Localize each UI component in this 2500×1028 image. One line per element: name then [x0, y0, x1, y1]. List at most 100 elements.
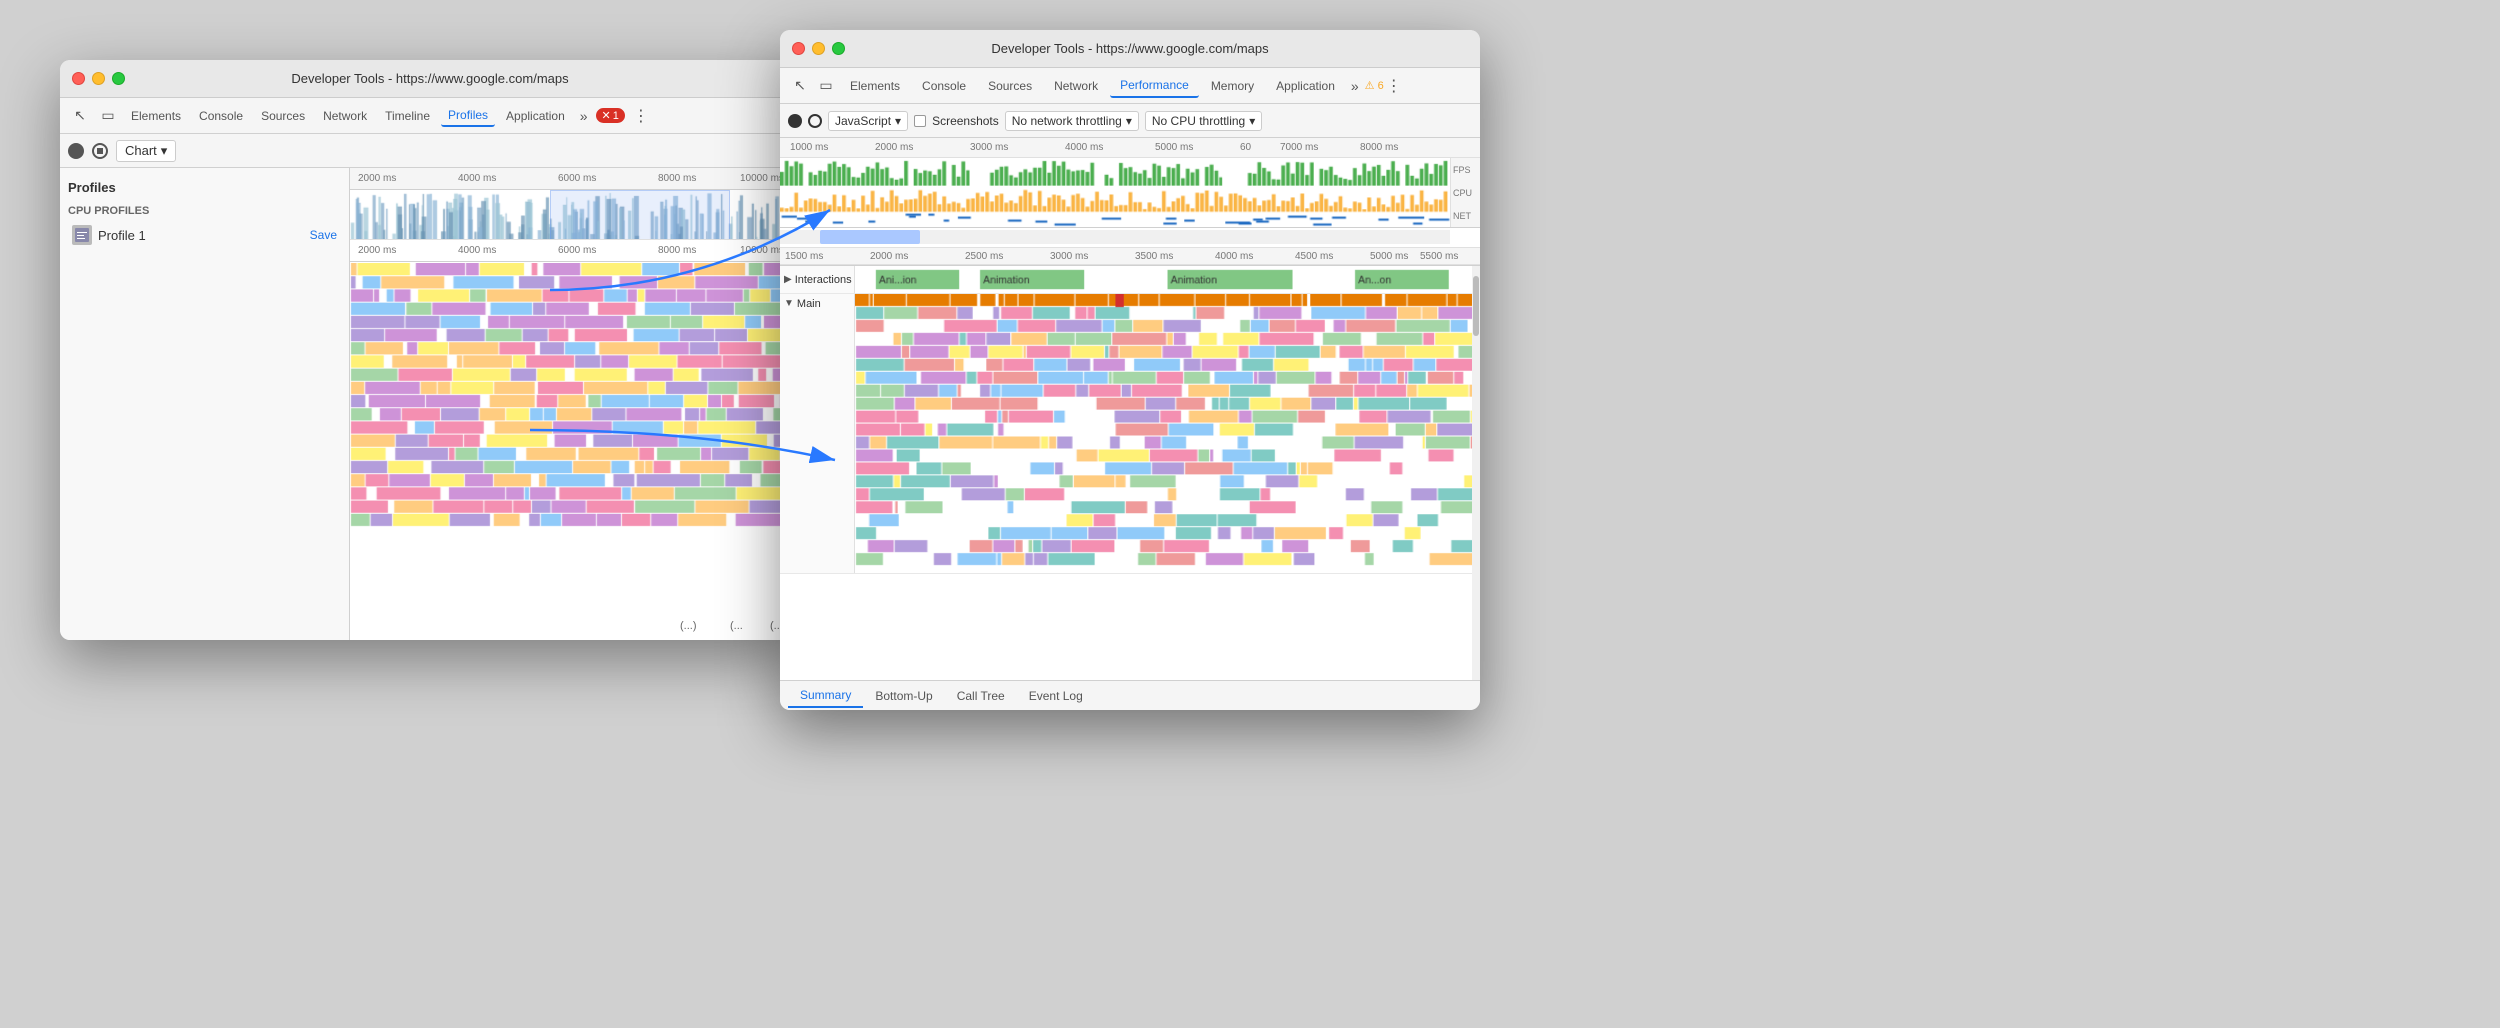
right-nav-toolbar: ↖ ▭ Elements Console Sources Network Per… — [780, 68, 1480, 104]
bottom-tick-4: 10000 ms — [740, 245, 784, 256]
record-button-right[interactable] — [788, 114, 802, 128]
nav-elements-right[interactable]: Elements — [840, 75, 910, 97]
profiles-sidebar: Profiles CPU PROFILES Profile 1 Save — [60, 168, 350, 640]
interactions-label: Interactions — [795, 274, 852, 286]
cursor-icon-right[interactable]: ↖ — [788, 74, 812, 98]
network-throttle-label: No network throttling — [1012, 114, 1122, 128]
stop-button-left[interactable] — [92, 143, 108, 159]
more-icon-right[interactable]: » — [1347, 78, 1363, 94]
r-tick-7: 8000 ms — [1360, 142, 1398, 153]
dots-icon-left[interactable]: ⋮ — [629, 106, 653, 126]
scrollbar[interactable] — [1472, 266, 1480, 680]
nav-application-right[interactable]: Application — [1266, 75, 1345, 97]
flame-main-left: (...) (... (...) — [350, 263, 800, 640]
r-tick-5: 60 — [1240, 142, 1251, 153]
chart-selector[interactable]: Chart ▾ — [116, 140, 176, 162]
expand-icon-interactions[interactable]: ▶ — [784, 274, 792, 285]
chart-arrow: ▾ — [161, 143, 168, 159]
stop-button-right[interactable] — [808, 114, 822, 128]
flame-overview — [350, 190, 800, 240]
overview-labels: FPS CPU NET — [1450, 158, 1480, 228]
close-button-right[interactable] — [792, 42, 805, 55]
ruler-tick-0: 2000 ms — [358, 173, 396, 184]
expand-icon-main[interactable]: ▼ — [784, 298, 794, 309]
nav-application-left[interactable]: Application — [499, 106, 572, 126]
right-main-content: 1000 ms 2000 ms 3000 ms 4000 ms 5000 ms … — [780, 138, 1480, 710]
maximize-button-right[interactable] — [832, 42, 845, 55]
bottom-tick-2: 6000 ms — [558, 245, 596, 256]
tab-call-tree[interactable]: Call Tree — [945, 685, 1017, 707]
d-tick-1: 2000 ms — [870, 251, 908, 262]
nav-timeline-left[interactable]: Timeline — [378, 106, 437, 126]
traffic-lights-left — [72, 72, 125, 85]
detail-timeline: 1500 ms 2000 ms 2500 ms 3000 ms 3500 ms … — [780, 228, 1480, 266]
bottom-tick-0: 2000 ms — [358, 245, 396, 256]
r-tick-4: 5000 ms — [1155, 142, 1193, 153]
interactions-track-label: ▶ Interactions — [780, 266, 855, 293]
cpu-throttle-arrow: ▾ — [1249, 114, 1255, 128]
screenshots-checkbox[interactable] — [914, 115, 926, 127]
bottom-tick-3: 8000 ms — [658, 245, 696, 256]
nav-profiles-left[interactable]: Profiles — [441, 105, 495, 127]
js-arrow: ▾ — [895, 114, 901, 128]
error-badge-left: ✕ 1 — [596, 108, 625, 123]
warning-badge-right: ⚠ 6 — [1365, 79, 1384, 92]
nav-network-right[interactable]: Network — [1044, 75, 1108, 97]
d-tick-5: 4000 ms — [1215, 251, 1253, 262]
maximize-button-left[interactable] — [112, 72, 125, 85]
chart-label: Chart — [125, 143, 157, 158]
tab-summary[interactable]: Summary — [788, 684, 863, 708]
ellipsis-label-1: (...) — [680, 620, 697, 632]
main-track-row: ▼ Main — [780, 294, 1480, 574]
viewport-bar — [780, 230, 1450, 244]
js-selector[interactable]: JavaScript ▾ — [828, 111, 908, 131]
record-button-left[interactable] — [68, 143, 84, 159]
right-window-title: Developer Tools - https://www.google.com… — [991, 41, 1268, 56]
r-tick-1: 2000 ms — [875, 142, 913, 153]
d-tick-6: 4500 ms — [1295, 251, 1333, 262]
cpu-throttle-label: No CPU throttling — [1152, 114, 1245, 128]
main-track-content — [855, 294, 1480, 573]
nav-elements-left[interactable]: Elements — [124, 106, 188, 126]
nav-sources-right[interactable]: Sources — [978, 75, 1042, 97]
tab-bottom-up[interactable]: Bottom-Up — [863, 685, 944, 707]
d-tick-4: 3500 ms — [1135, 251, 1173, 262]
dots-icon-right[interactable]: ⋮ — [1386, 76, 1402, 96]
left-window-title: Developer Tools - https://www.google.com… — [291, 71, 568, 86]
r-tick-2: 3000 ms — [970, 142, 1008, 153]
more-icon-left[interactable]: » — [576, 108, 592, 124]
cursor-icon[interactable]: ↖ — [68, 104, 92, 128]
flame-chart-left[interactable]: 2000 ms 4000 ms 6000 ms 8000 ms 10000 ms… — [350, 168, 800, 640]
nav-memory-right[interactable]: Memory — [1201, 75, 1264, 97]
ruler-tick-2: 6000 ms — [558, 173, 596, 184]
minimize-button-left[interactable] — [92, 72, 105, 85]
profile-save-button[interactable]: Save — [310, 228, 337, 242]
network-throttle-arrow: ▾ — [1126, 114, 1132, 128]
profiles-title: Profiles — [68, 176, 341, 201]
mobile-icon-right[interactable]: ▭ — [814, 74, 838, 98]
nav-console-right[interactable]: Console — [912, 75, 976, 97]
d-tick-0: 1500 ms — [785, 251, 823, 262]
nav-network-left[interactable]: Network — [316, 106, 374, 126]
tab-event-log[interactable]: Event Log — [1017, 685, 1095, 707]
net-label: NET — [1451, 211, 1480, 221]
bottom-tabs: Summary Bottom-Up Call Tree Event Log — [780, 680, 1480, 710]
profile-item-1[interactable]: Profile 1 Save — [68, 221, 341, 249]
profile-icon — [72, 225, 92, 245]
right-titlebar: Developer Tools - https://www.google.com… — [780, 30, 1480, 68]
d-tick-7: 5000 ms — [1370, 251, 1408, 262]
cpu-throttle-selector[interactable]: No CPU throttling ▾ — [1145, 111, 1262, 131]
network-throttle-selector[interactable]: No network throttling ▾ — [1005, 111, 1139, 131]
minimize-button-right[interactable] — [812, 42, 825, 55]
viewport-selection[interactable] — [820, 230, 920, 244]
nav-console-left[interactable]: Console — [192, 106, 250, 126]
mobile-icon[interactable]: ▭ — [96, 104, 120, 128]
left-devtools-window: Developer Tools - https://www.google.com… — [60, 60, 800, 640]
nav-sources-left[interactable]: Sources — [254, 106, 312, 126]
nav-performance-right[interactable]: Performance — [1110, 74, 1199, 98]
left-main-content: Profiles CPU PROFILES Profile 1 Save 200… — [60, 168, 800, 640]
scroll-thumb[interactable] — [1473, 276, 1479, 336]
r-tick-6: 7000 ms — [1280, 142, 1318, 153]
timeline-ruler-left: 2000 ms 4000 ms 6000 ms 8000 ms 10000 ms… — [350, 168, 800, 190]
close-button-left[interactable] — [72, 72, 85, 85]
